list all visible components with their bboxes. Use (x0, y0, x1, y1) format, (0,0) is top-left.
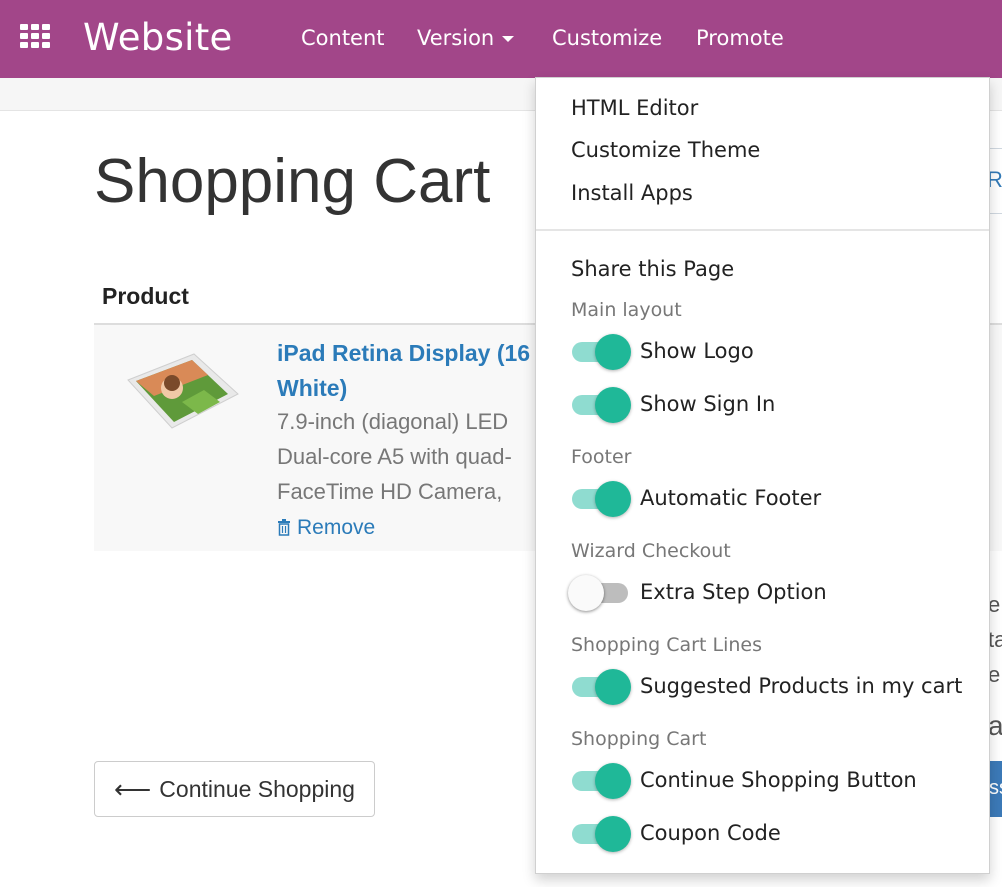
section-header-wizard-checkout: Wizard Checkout (571, 540, 731, 562)
option-label: Continue Shopping Button (640, 768, 917, 792)
product-image[interactable] (124, 350, 240, 432)
toggle-switch[interactable] (569, 334, 631, 370)
option-label: Show Logo (640, 339, 754, 363)
cut-off-checkout-button[interactable]: ss (988, 761, 1002, 817)
toggle-switch[interactable] (569, 669, 631, 705)
top-navbar: Website Content Version Customize Promot… (0, 0, 1002, 78)
remove-link[interactable]: Remove (277, 515, 375, 541)
edge-text-fragment: ta (988, 627, 1002, 652)
brand-title[interactable]: Website (83, 14, 233, 62)
product-name-line: iPad Retina Display (16 (277, 340, 531, 366)
option-label: Extra Step Option (640, 580, 827, 604)
nav-promote[interactable]: Promote (696, 24, 784, 52)
nav-customize[interactable]: Customize (552, 24, 662, 52)
product-description: 7.9-inch (diagonal) LED Dual-core A5 wit… (277, 404, 537, 509)
option-label: Automatic Footer (640, 486, 822, 510)
option-label: Coupon Code (640, 821, 781, 845)
menu-item-install-apps[interactable]: Install Apps (571, 179, 693, 207)
nav-version-label: Version (417, 26, 495, 50)
product-name-link[interactable]: iPad Retina Display (16 White) (277, 336, 577, 406)
apps-grid-icon[interactable] (20, 24, 52, 48)
arrow-left-icon: ⟵ (114, 774, 152, 804)
menu-item-customize-theme[interactable]: Customize Theme (571, 136, 760, 164)
section-header-shopping-cart: Shopping Cart (571, 728, 707, 750)
trash-icon (278, 519, 290, 536)
toggle-switch[interactable] (569, 387, 631, 423)
section-header-cart-lines: Shopping Cart Lines (571, 634, 762, 656)
toggle-switch[interactable] (568, 575, 631, 611)
table-header-product: Product (102, 283, 189, 309)
menu-item-html-editor[interactable]: HTML Editor (571, 94, 698, 122)
product-description-line: FaceTime HD Camera, (277, 479, 503, 504)
page-title: Shopping Cart (94, 147, 491, 216)
nav-content[interactable]: Content (301, 24, 385, 52)
edge-text-fragment: a (988, 710, 1002, 741)
continue-shopping-label: Continue Shopping (159, 775, 355, 802)
product-description-line: Dual-core A5 with quad- (277, 444, 512, 469)
menu-item-share-page[interactable]: Share this Page (571, 255, 734, 283)
option-label: Suggested Products in my cart (640, 674, 963, 698)
menu-divider (536, 229, 989, 231)
toggle-switch[interactable] (569, 481, 631, 517)
customize-dropdown-menu: HTML Editor Customize Theme Install Apps… (535, 77, 990, 874)
nav-version[interactable]: Version (417, 24, 515, 52)
cut-off-checkout-label: ss (989, 777, 1002, 799)
section-header-footer: Footer (571, 446, 632, 468)
option-label: Show Sign In (640, 392, 776, 416)
product-description-line: 7.9-inch (diagonal) LED (277, 409, 509, 434)
continue-shopping-button[interactable]: ⟵ Continue Shopping (94, 761, 375, 817)
remove-label: Remove (297, 516, 376, 539)
toggle-switch[interactable] (569, 816, 631, 852)
caret-down-icon (502, 36, 515, 42)
toggle-switch[interactable] (569, 763, 631, 799)
product-name-line: White) (277, 375, 348, 401)
section-header-main-layout: Main layout (571, 299, 682, 321)
